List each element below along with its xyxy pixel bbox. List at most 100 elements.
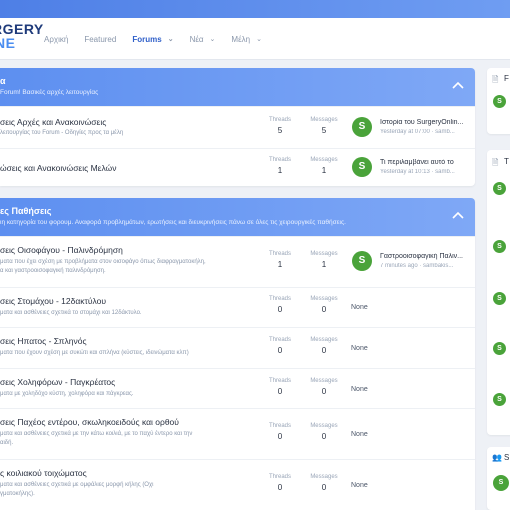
messages-label: Messages [310,378,338,384]
messages-count: 0 [321,387,327,396]
threads-count: 0 [277,387,283,396]
nav-forums[interactable]: Forums ⌄ [132,35,173,44]
chevron-down-icon[interactable]: ⌄ [168,35,174,43]
threads-count: 1 [277,166,283,175]
site-logo[interactable]: RGERY NE [0,22,44,50]
messages-stat: Messages 0 [304,296,344,314]
forum-description: λειτουργίας του Forum - Οδηγίες προς τα … [0,130,124,136]
messages-stat: Messages 1 [304,251,344,269]
main-nav: Αρχική Featured Forums ⌄ Νέα ⌄ Μέλη ⌄ [44,18,278,60]
messages-stat: Messages 0 [304,474,344,492]
messages-label: Messages [310,423,338,429]
last-post-meta[interactable]: Yesterday at 10:13 · samb... [380,169,470,175]
messages-count: 1 [321,260,327,269]
messages-count: 0 [321,305,327,314]
last-post-none: None [351,345,368,352]
threads-stat: Threads 0 [260,296,300,314]
collapse-toggle-icon[interactable] [451,79,465,93]
category-title[interactable]: ες Παθήσεις [0,206,51,216]
threads-label: Threads [268,474,291,480]
messages-count: 1 [321,166,327,175]
sidebar-widget-3: 👥 S S [487,447,510,510]
avatar[interactable]: S [493,475,509,491]
last-post-title[interactable]: Τι περιλαμβάνει αυτό το [380,159,470,166]
category-description: ιη κατηγορία του φορουμ. Αναφορά προβλημ… [0,219,346,226]
avatar[interactable]: S [493,95,506,108]
messages-label: Messages [310,157,338,163]
threads-count: 0 [277,305,283,314]
forum-title[interactable]: σεις Χοληφόρων - Παγκρέατος [0,377,115,387]
forum-title[interactable]: σεις Παχέος εντέρου, σκωληκοειδούς και ο… [0,417,179,427]
top-accent-bar [0,0,510,18]
last-post-meta[interactable]: Yesterday at 07:00 · samb... [380,129,470,135]
forum-description-line-2: α και γαστροοισοφαγική παλινδρόμηση. [0,268,106,274]
threads-stat: Threads 0 [260,423,300,441]
messages-label: Messages [310,337,338,343]
messages-stat: Messages 0 [304,378,344,396]
threads-label: Threads [268,337,291,343]
threads-label: Threads [268,157,291,163]
avatar[interactable]: S [352,157,372,177]
category-title[interactable]: α [0,76,6,86]
forum-title[interactable]: σεις Οισοφάγου - Παλινδρόμηση [0,245,123,255]
threads-count: 1 [277,260,283,269]
forum-description: ματα που έχουν σχέση με συκώτι και σπλήν… [0,350,189,356]
messages-count: 0 [321,432,327,441]
sidebar-widget-title: S [504,453,510,462]
threads-label: Threads [268,251,291,257]
nav-news[interactable]: Νέα ⌄ [190,35,216,44]
last-post-title[interactable]: Ιστορία του SurgeryOnlin... [380,119,470,126]
forum-row: σεις Αρχές και Ανακοινώσεις λειτουργίας … [0,106,475,148]
collapse-toggle-icon[interactable] [451,209,465,223]
avatar[interactable]: S [352,117,372,137]
threads-label: Threads [268,378,291,384]
forum-description-line-2: αιδή. [0,440,14,446]
logo-line-1: RGERY [0,21,44,37]
chevron-down-icon[interactable]: ⌄ [210,35,216,43]
avatar[interactable]: S [493,182,506,195]
forum-description-line-2: γματοκήλης). [0,491,35,497]
forum-title[interactable]: ώσεις και Ανακοινώσεις Μελών [0,163,116,173]
forum-row: ώσεις και Ανακοινώσεις Μελών Threads 1 Me… [0,148,475,186]
avatar[interactable]: S [493,292,506,305]
threads-stat: Threads 0 [260,337,300,355]
avatar[interactable]: S [493,393,506,406]
forum-title[interactable]: ς κοιλιακού τοιχώματος [0,468,87,478]
document-icon: 🗎 [492,75,499,84]
users-icon: 👥 [492,453,502,462]
sidebar-widget-title: F [504,74,509,83]
forum-row: σεις Παχέος εντέρου, σκωληκοειδούς και ο… [0,408,475,459]
messages-label: Messages [310,117,338,123]
forum-row: ς κοιλιακού τοιχώματος ματα και ασθένειε… [0,459,475,509]
chevron-down-icon[interactable]: ⌄ [256,35,262,43]
threads-stat: Threads 5 [260,117,300,135]
threads-label: Threads [268,117,291,123]
last-post-meta[interactable]: 7 minutes ago · sambakis... [380,263,470,269]
last-post-none: None [351,431,368,438]
messages-stat: Messages 1 [304,157,344,175]
sidebar-widget-1: 🗎 F S [487,68,510,134]
forum-description: ματα με χοληδόχο κύστη, χοληφόρα και πάγ… [0,391,134,397]
messages-stat: Messages 5 [304,117,344,135]
messages-stat: Messages 0 [304,337,344,355]
nav-home[interactable]: Αρχική [44,35,68,44]
forum-title[interactable]: σεις Στομάχου - 12δακτύλου [0,296,106,306]
category-block-1: α Forum! Βασικές αρχές λειτουργίας σεις … [0,68,475,186]
last-post-title[interactable]: Γαστροοισοφαγική Παλιν... [380,253,470,260]
avatar[interactable]: S [352,251,372,271]
avatar[interactable]: S [493,240,506,253]
forum-description: ματα και ασθένειες σχετικά το στομάχι κα… [0,310,142,316]
avatar[interactable]: S [493,342,506,355]
messages-stat: Messages 0 [304,423,344,441]
forum-title[interactable]: σεις Αρχές και Ανακοινώσεις [0,117,106,127]
nav-forums-label: Forums [132,34,162,44]
nav-featured[interactable]: Featured [84,35,116,44]
messages-label: Messages [310,296,338,302]
forum-description-line-1: ματα και ασθένειες σχετικά με την κάτω κ… [0,431,193,437]
navbar: RGERY NE Αρχική Featured Forums ⌄ Νέα ⌄ Μέ… [0,18,510,60]
forum-row: σεις Χοληφόρων - Παγκρέατος ματα με χολη… [0,368,475,408]
forum-title[interactable]: σεις Ηπατος - Σπληνός [0,336,87,346]
category-description: Forum! Βασικές αρχές λειτουργίας [0,89,99,96]
threads-count: 0 [277,483,283,492]
nav-members[interactable]: Μέλη ⌄ [231,35,262,44]
